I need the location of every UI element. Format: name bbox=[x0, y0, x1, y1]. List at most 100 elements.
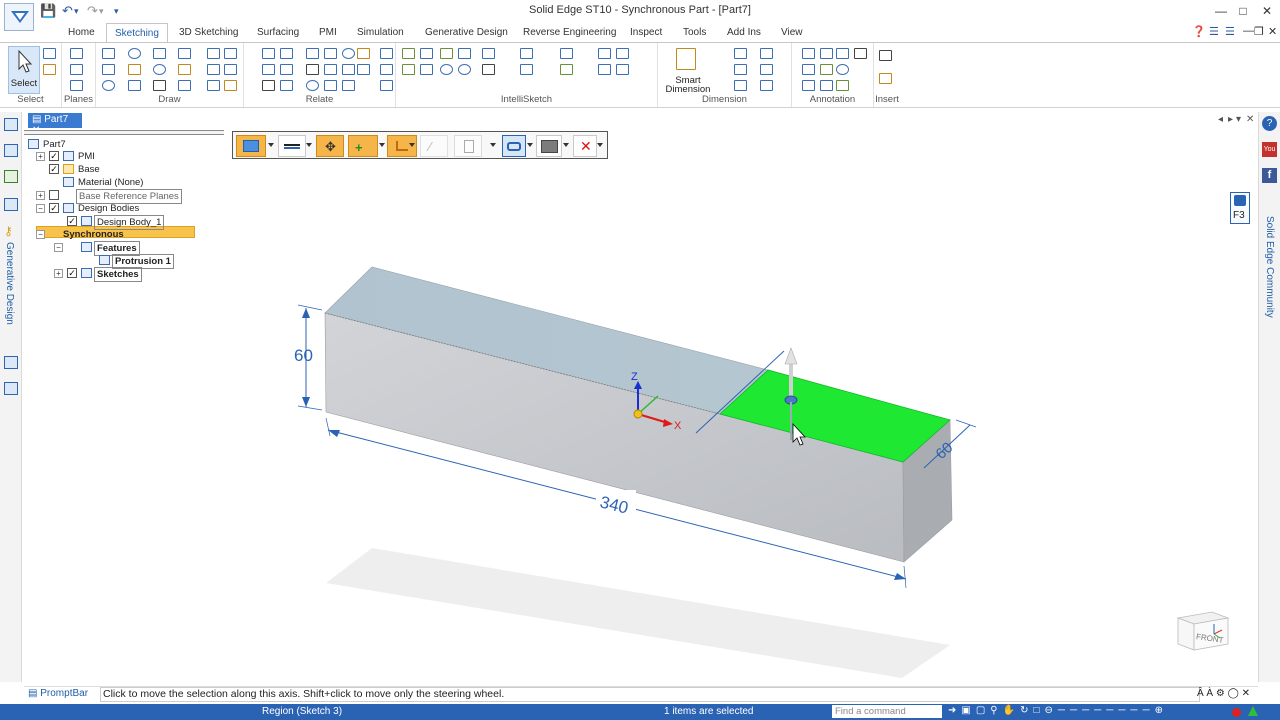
graphics-viewport[interactable]: 60 340 60 Z X bbox=[234, 160, 1256, 682]
plus-zoom-icon[interactable]: ⊕ bbox=[1155, 705, 1168, 716]
pathfinder-splitter[interactable] bbox=[24, 130, 224, 135]
dropdown-arrow-icon[interactable] bbox=[379, 143, 385, 147]
point-icon[interactable] bbox=[153, 80, 166, 91]
is-midpoint-icon[interactable] bbox=[458, 48, 471, 59]
is-projection-icon[interactable] bbox=[616, 64, 629, 75]
curve-icon[interactable] bbox=[153, 48, 166, 59]
sketch-view-icon[interactable]: □ bbox=[1033, 705, 1044, 716]
view-cube[interactable]: FRONT bbox=[1174, 604, 1232, 654]
dropdown-arrow-icon[interactable] bbox=[563, 143, 569, 147]
checkbox-checked-icon[interactable]: ✓ bbox=[67, 216, 77, 226]
relationship-handles-icon[interactable] bbox=[380, 48, 393, 59]
tab-add-ins[interactable]: Add Ins bbox=[719, 25, 769, 42]
perpendicular-icon[interactable] bbox=[280, 64, 293, 75]
upload-icon[interactable] bbox=[1248, 706, 1258, 716]
is-horizontal-icon[interactable] bbox=[420, 64, 433, 75]
tab-simulation[interactable]: Simulation bbox=[349, 25, 412, 42]
insert-text-icon[interactable] bbox=[879, 50, 892, 61]
checkbox-checked-icon[interactable]: ✓ bbox=[49, 151, 59, 161]
fill-icon[interactable] bbox=[224, 80, 237, 91]
smart-dimension-icon[interactable] bbox=[676, 48, 696, 70]
lock-plane-icon[interactable] bbox=[70, 80, 83, 91]
relocate-origin-button[interactable]: ✥ bbox=[316, 135, 344, 157]
collapse-icon[interactable]: − bbox=[36, 230, 45, 239]
coordinate-dimension-icon[interactable] bbox=[760, 64, 773, 75]
project-icon[interactable] bbox=[178, 80, 191, 91]
maintain-relationships-icon[interactable] bbox=[380, 64, 393, 75]
extend-icon[interactable] bbox=[153, 64, 166, 75]
connect-icon[interactable] bbox=[306, 48, 319, 59]
relate-extra-icon[interactable] bbox=[342, 80, 355, 91]
font-size-icon[interactable]: Â bbox=[1197, 688, 1204, 699]
smart-dimension-label[interactable]: Smart Dimension bbox=[658, 76, 718, 95]
is-endpoint-icon[interactable] bbox=[420, 48, 433, 59]
tab-home[interactable]: Home bbox=[60, 25, 103, 42]
feature-library-icon[interactable] bbox=[4, 170, 18, 183]
close-button[interactable]: ✕ bbox=[1256, 2, 1278, 20]
cancel-command-button[interactable]: ✕ bbox=[573, 135, 597, 157]
is-center-icon[interactable] bbox=[440, 64, 453, 75]
options-icon[interactable]: ☰ bbox=[1225, 25, 1235, 38]
arc-icon[interactable] bbox=[128, 48, 141, 59]
rotate-view-icon[interactable]: ↻ bbox=[1020, 705, 1033, 716]
feature-control-frame-icon[interactable] bbox=[802, 64, 815, 75]
solid-edge-community-label[interactable]: Solid Edge Community bbox=[1264, 216, 1275, 318]
doc-minimize-button[interactable]: — bbox=[1243, 25, 1254, 37]
symmetric-diameter-icon[interactable] bbox=[734, 64, 747, 75]
dimension-style-icon[interactable] bbox=[760, 80, 773, 91]
solution-manager-button[interactable] bbox=[502, 135, 526, 157]
help-circle-icon[interactable]: ? bbox=[1262, 116, 1277, 131]
tangent-icon[interactable] bbox=[324, 64, 337, 75]
callout-icon[interactable] bbox=[802, 48, 815, 59]
is-arc-icon[interactable] bbox=[520, 64, 533, 75]
move-type-button[interactable] bbox=[278, 135, 306, 157]
balloon-icon[interactable] bbox=[836, 48, 849, 59]
datum-frame-icon[interactable] bbox=[836, 64, 849, 75]
height-dimension-value[interactable]: 60 bbox=[294, 346, 313, 365]
sensors-icon[interactable] bbox=[4, 198, 18, 211]
angle-between-icon[interactable] bbox=[760, 48, 773, 59]
minimize-button[interactable]: — bbox=[1210, 2, 1232, 20]
dropdown-arrow-icon[interactable] bbox=[490, 143, 496, 147]
line-icon[interactable] bbox=[102, 48, 115, 59]
is-check-2-icon[interactable] bbox=[440, 48, 453, 59]
fit-icon[interactable]: ▣ bbox=[961, 705, 975, 716]
tab-tools[interactable]: Tools bbox=[675, 25, 714, 42]
steering-wheel-arrow-icon[interactable] bbox=[784, 347, 798, 365]
plane-icon[interactable] bbox=[70, 48, 83, 59]
is-check-1-icon[interactable] bbox=[402, 48, 415, 59]
is-alignment-icon[interactable] bbox=[598, 64, 611, 75]
plane-by-3-points-icon[interactable] bbox=[70, 64, 83, 75]
construction-icon[interactable] bbox=[262, 48, 275, 59]
wrap-icon[interactable] bbox=[280, 48, 293, 59]
generative-design-panel-label[interactable]: Generative Design bbox=[4, 242, 15, 325]
key-icon[interactable]: ⚷ bbox=[4, 224, 13, 238]
font-smaller-icon[interactable]: À bbox=[1206, 688, 1213, 699]
help-icon[interactable]: ❓ bbox=[1192, 25, 1206, 38]
tab-3d-sketching[interactable]: 3D Sketching bbox=[171, 25, 246, 42]
zoom-slider-icon[interactable]: ──────── bbox=[1058, 705, 1155, 716]
collapse-icon[interactable]: − bbox=[36, 204, 45, 213]
keep-relationships-button[interactable]: + bbox=[348, 135, 378, 157]
expand-icon[interactable]: + bbox=[36, 152, 45, 161]
angular-coordinate-icon[interactable] bbox=[734, 80, 747, 91]
display-options-button[interactable] bbox=[536, 135, 562, 157]
settings-icon[interactable]: ⚙ bbox=[1216, 688, 1225, 699]
tab-sketching[interactable]: Sketching bbox=[106, 23, 168, 43]
tab-pmi[interactable]: PMI bbox=[311, 25, 345, 42]
checkbox-unchecked-icon[interactable] bbox=[49, 190, 59, 200]
checkbox-checked-icon[interactable]: ✓ bbox=[67, 268, 77, 278]
rectangle-icon[interactable] bbox=[102, 64, 115, 75]
collapse-icon[interactable]: − bbox=[54, 243, 63, 252]
doc-restore-button[interactable]: ❐ bbox=[1254, 25, 1264, 38]
layers-icon[interactable] bbox=[4, 144, 18, 157]
datum-target-icon[interactable] bbox=[836, 80, 849, 91]
view-arrow-icon[interactable]: ➜ bbox=[948, 705, 961, 716]
youtube-icon[interactable]: You bbox=[1262, 142, 1277, 157]
cut-icon[interactable] bbox=[262, 64, 275, 75]
text-annotation-icon[interactable] bbox=[854, 48, 867, 59]
split-icon[interactable] bbox=[128, 80, 141, 91]
dropdown-arrow-icon[interactable] bbox=[409, 143, 415, 147]
tab-generative-design[interactable]: Generative Design bbox=[417, 25, 516, 42]
mirror-icon[interactable] bbox=[224, 48, 237, 59]
